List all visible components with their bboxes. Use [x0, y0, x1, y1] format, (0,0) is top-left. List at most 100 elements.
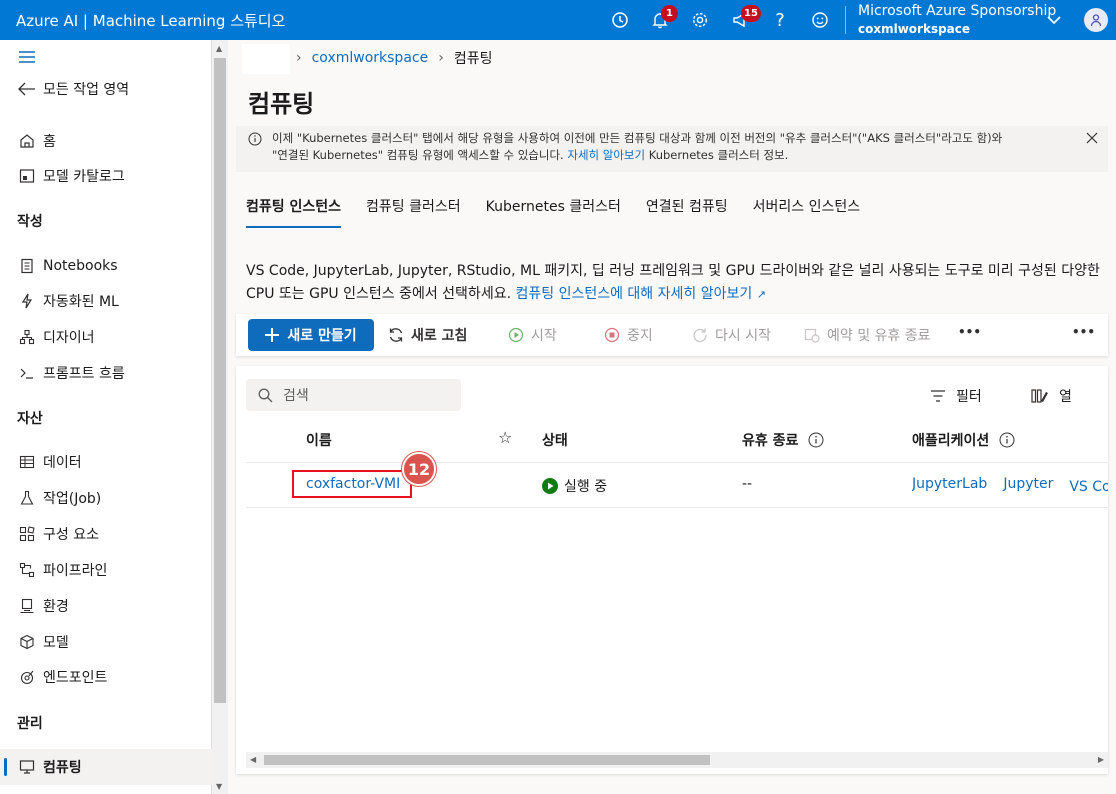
idle-shutdown-value: -- [742, 476, 753, 492]
lightning-icon [17, 291, 37, 311]
sidebar-item-model-catalog[interactable]: 모델 카탈로그 [0, 158, 212, 194]
app-link-jupyterlab[interactable]: JupyterLab [912, 476, 987, 496]
external-link-icon: ↗ [756, 288, 766, 301]
filter-label: 필터 [956, 389, 982, 405]
sidebar-item-endpoints[interactable]: 엔드포인트 [0, 659, 212, 695]
info-icon[interactable] [808, 432, 824, 448]
sidebar-item-designer[interactable]: 디자이너 [0, 319, 212, 355]
sidebar-item-home[interactable]: 홈 [0, 123, 212, 159]
scrollbar-thumb[interactable] [264, 755, 710, 765]
start-button[interactable]: 시작 [508, 325, 557, 345]
tab-kubernetes-clusters[interactable]: Kubernetes 클러스터 [486, 196, 621, 228]
stop-label: 중지 [627, 328, 653, 344]
announcement-badge: 15 [741, 5, 761, 22]
info-learn-more-link[interactable]: 자세히 알아보기 [567, 148, 645, 162]
column-header-label: 애플리케이션 [912, 433, 990, 449]
filter-icon [931, 390, 945, 402]
star-icon[interactable]: ☆ [498, 428, 512, 447]
search-placeholder: 검색 [283, 388, 309, 404]
breadcrumb: › coxmlworkspace › 컴퓨팅 [296, 48, 492, 68]
scroll-right-arrow-icon[interactable]: ▶ [1098, 755, 1104, 764]
components-icon [17, 524, 37, 544]
sidebar-item-label: 자동화된 ML [43, 294, 119, 310]
page-title: 컴퓨팅 [248, 90, 315, 118]
search-input[interactable]: 검색 [246, 379, 461, 411]
close-icon[interactable] [1086, 132, 1098, 149]
more-commands-button[interactable]: ••• [958, 325, 981, 339]
app-link-vscode[interactable]: VS Code(웹) [1069, 476, 1108, 496]
sidebar-item-automl[interactable]: 자동화된 ML [0, 283, 212, 319]
restart-button[interactable]: 다시 시작 [692, 325, 771, 345]
scrollbar-thumb[interactable] [214, 58, 226, 703]
chevron-right-icon: › [438, 50, 444, 66]
play-icon [508, 327, 524, 343]
sidebar-item-jobs[interactable]: 작업(Job) [0, 480, 212, 516]
breadcrumb-workspace[interactable]: coxmlworkspace [312, 50, 429, 66]
sidebar-item-models[interactable]: 모델 [0, 624, 212, 660]
sidebar-item-notebooks[interactable]: Notebooks [0, 248, 212, 284]
refresh-button[interactable]: 새로 고침 [388, 325, 467, 345]
help-icon[interactable]: ? [760, 0, 800, 40]
scroll-up-arrow-icon[interactable]: ▲ [216, 44, 222, 53]
stop-button[interactable]: 중지 [604, 325, 653, 345]
column-header-idle-shutdown[interactable]: 유휴 종료 [742, 430, 824, 450]
learn-more-link[interactable]: 컴퓨팅 인스턴스에 대해 자세히 알아보기 [515, 286, 752, 302]
column-header-state[interactable]: 상태 [542, 430, 568, 450]
sidebar-item-label: 프롬프트 흐름 [43, 366, 125, 382]
column-header-applications[interactable]: 애플리케이션 [912, 430, 1015, 450]
column-header-name[interactable]: 이름 [306, 430, 332, 450]
scroll-left-arrow-icon[interactable]: ◀ [250, 755, 256, 764]
new-button-label: 새로 만들기 [287, 328, 357, 344]
grid-horizontal-scrollbar[interactable]: ◀ ▶ [246, 752, 1108, 768]
sidebar-item-components[interactable]: 구성 요소 [0, 516, 212, 552]
new-button[interactable]: 새로 만들기 [248, 319, 374, 351]
account-switcher[interactable]: Microsoft Azure Sponsorship coxmlworkspa… [858, 2, 1056, 38]
sidebar-item-label: 엔드포인트 [43, 670, 108, 686]
row-divider [246, 462, 1108, 463]
info-text: Kubernetes 클러스터 정보. [648, 148, 789, 162]
schedule-label: 예약 및 유휴 종료 [827, 328, 931, 344]
sidebar-item-compute[interactable]: 컴퓨팅 [0, 749, 212, 785]
instances-grid: 검색 필터 열 이름 ☆ 상태 유휴 종료 애플리케이션 coxfactor-V… [236, 366, 1108, 774]
description-line1: VS Code, JupyterLab, Jupyter, RStudio, M… [246, 263, 1100, 279]
sidebar-item-pipelines[interactable]: 파이프라인 [0, 552, 212, 588]
info-icon[interactable] [999, 432, 1015, 448]
sidebar-item-label: Notebooks [43, 258, 118, 274]
hamburger-icon[interactable] [18, 50, 36, 68]
scroll-down-arrow-icon[interactable]: ▼ [216, 782, 222, 791]
app-link-jupyter[interactable]: Jupyter [1003, 476, 1053, 496]
tab-compute-clusters[interactable]: 컴퓨팅 클러스터 [366, 196, 461, 228]
sidebar-scrollbar[interactable]: ▲ ▼ [212, 40, 228, 794]
description: VS Code, JupyterLab, Jupyter, RStudio, M… [246, 260, 1108, 306]
sidebar-item-data[interactable]: 데이터 [0, 444, 212, 480]
tab-serverless-instances[interactable]: 서버리스 인스턴스 [753, 196, 861, 228]
columns-icon [1031, 389, 1048, 403]
sidebar-section-manage: 관리 [17, 716, 43, 732]
bell-icon[interactable]: 1 [640, 0, 680, 40]
filter-button[interactable]: 필터 [930, 386, 982, 406]
main-content: › coxmlworkspace › 컴퓨팅 컴퓨팅 이제 "Kubernete… [228, 40, 1116, 794]
step-badge: 12 [402, 452, 436, 486]
sidebar-section-assets: 자산 [17, 411, 43, 427]
sidebar-item-promptflow[interactable]: 프롬프트 흐름 [0, 355, 212, 391]
overflow-menu-button[interactable]: ••• [1072, 325, 1095, 339]
megaphone-icon[interactable]: 15 [720, 0, 761, 40]
instance-name-link[interactable]: coxfactor-VMI [292, 470, 412, 498]
sidebar-item-all-workspaces[interactable]: 모든 작업 영역 [0, 71, 212, 107]
sidebar-item-environments[interactable]: 환경 [0, 588, 212, 624]
top-icons: 1 15 ? [600, 0, 840, 40]
schedule-button[interactable]: 예약 및 유휴 종료 [804, 325, 931, 345]
smiley-icon[interactable] [800, 0, 840, 40]
columns-button[interactable]: 열 [1031, 386, 1072, 406]
gear-icon[interactable] [680, 0, 720, 40]
tab-compute-instances[interactable]: 컴퓨팅 인스턴스 [246, 196, 342, 228]
chevron-down-icon[interactable] [1046, 12, 1062, 32]
account-workspace: coxmlworkspace [858, 22, 971, 36]
app-title[interactable]: Azure AI | Machine Learning 스튜디오 [0, 10, 285, 31]
tab-attached-compute[interactable]: 연결된 컴퓨팅 [646, 196, 728, 228]
columns-label: 열 [1059, 389, 1072, 405]
sidebar-item-label: 디자이너 [43, 330, 95, 346]
avatar[interactable] [1084, 8, 1108, 32]
terminal-icon [17, 363, 37, 383]
clock-icon[interactable] [600, 0, 640, 40]
